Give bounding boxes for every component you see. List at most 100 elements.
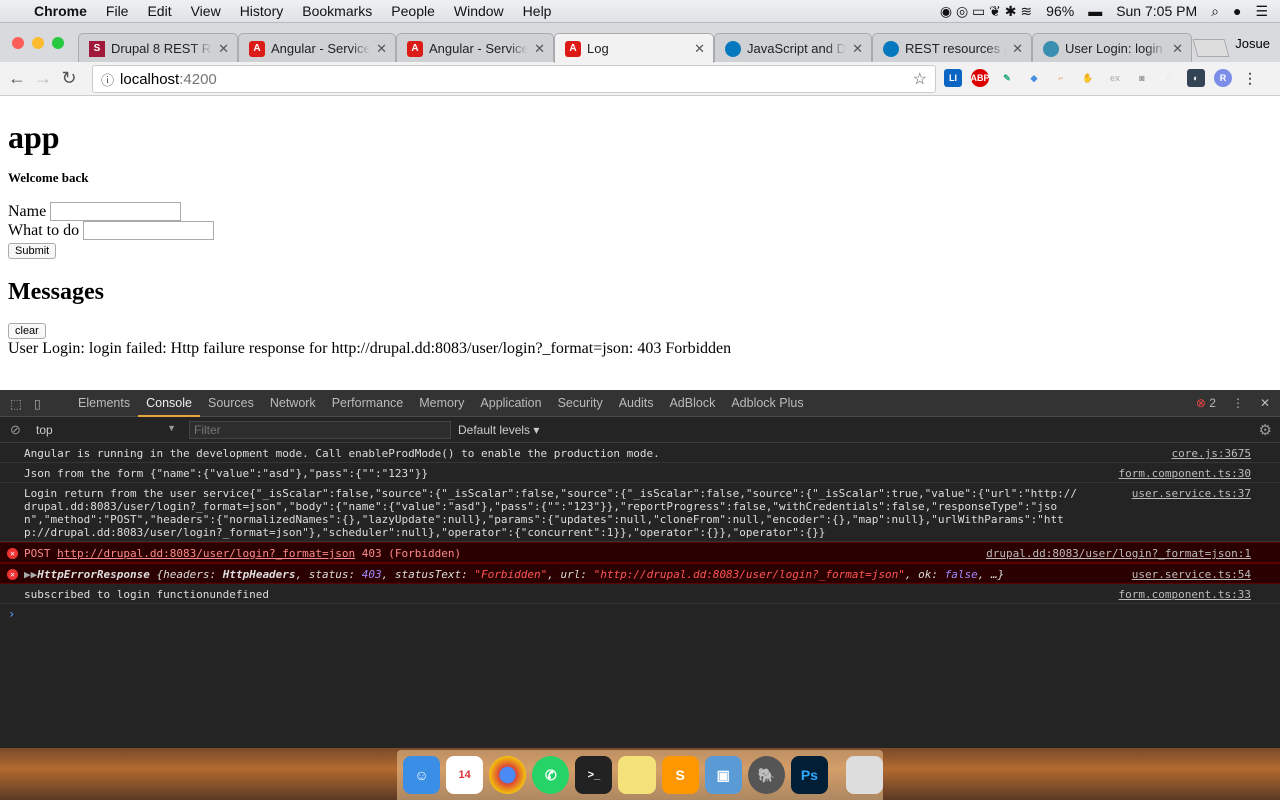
close-tab-icon[interactable]: ✕ [694, 41, 705, 57]
profile-button[interactable]: Josue [1235, 36, 1270, 51]
tab-adblock[interactable]: AdBlock [661, 390, 723, 417]
chrome-menu-icon[interactable]: ⋮ [1241, 69, 1259, 87]
photoshop-icon[interactable]: Ps [790, 756, 828, 794]
console-settings-gear-icon[interactable]: ⚙ [1259, 421, 1272, 439]
extension-dark-icon[interactable]: ◐ [1187, 69, 1205, 87]
expand-arrow-icon[interactable]: ▶▶ [24, 568, 37, 581]
eyedropper-icon[interactable]: ✎ [998, 69, 1016, 87]
menu-file[interactable]: File [106, 3, 129, 19]
log-levels-select[interactable]: Default levels ▾ [458, 423, 539, 437]
clock[interactable]: Sun 7:05 PM [1116, 3, 1197, 19]
tab[interactable]: REST resources | A ✕ [872, 33, 1032, 63]
tab[interactable]: User Login: login fa ✕ [1032, 33, 1192, 63]
extension-r-icon[interactable]: R [1214, 69, 1232, 87]
tab-adblock-plus[interactable]: Adblock Plus [723, 390, 811, 417]
device-toolbar-icon[interactable]: ▯ [34, 396, 41, 411]
todo-input[interactable] [83, 221, 215, 240]
tab[interactable]: A Angular - Services ✕ [238, 33, 396, 63]
menu-bookmarks[interactable]: Bookmarks [302, 3, 372, 19]
error-url-link[interactable]: http://drupal.dd:8083/user/login?_format… [57, 547, 355, 560]
tab-console[interactable]: Console [138, 390, 200, 417]
close-tab-icon[interactable]: ✕ [1172, 41, 1183, 57]
console-error[interactable]: ✕ ▶▶HttpErrorResponse {headers: HttpHeade… [0, 563, 1280, 584]
tab-performance[interactable]: Performance [324, 390, 412, 417]
menu-chrome[interactable]: Chrome [34, 3, 87, 19]
log-source-link[interactable]: user.service.ts:37 [1132, 487, 1251, 500]
menu-people[interactable]: People [391, 3, 435, 19]
linkedin-extension-icon[interactable]: LI [944, 69, 962, 87]
menu-history[interactable]: History [240, 3, 284, 19]
tab-application[interactable]: Application [472, 390, 549, 417]
error-count-badge[interactable]: ⊗ 2 [1196, 396, 1216, 410]
info-icon[interactable]: ⓘ [101, 70, 114, 89]
close-tab-icon[interactable]: ✕ [1012, 41, 1023, 57]
calendar-icon[interactable]: 14 [446, 756, 484, 794]
virtualbox-icon[interactable]: ▣ [704, 756, 742, 794]
spotlight-icon[interactable]: ⌕ [1211, 3, 1219, 20]
tab-memory[interactable]: Memory [411, 390, 472, 417]
submit-button[interactable]: Submit [8, 243, 57, 259]
name-input[interactable] [50, 202, 182, 221]
camera-icon[interactable]: ◙ [1133, 69, 1151, 87]
battery-percent[interactable]: 96% [1046, 3, 1074, 19]
tab-network[interactable]: Network [262, 390, 324, 417]
reload-icon[interactable]: ↻ [56, 68, 82, 89]
clear-console-icon[interactable]: ⊘ [10, 422, 21, 438]
stickies-icon[interactable] [618, 756, 656, 794]
tab-elements[interactable]: Elements [70, 390, 138, 417]
filter-input[interactable] [189, 420, 451, 439]
devtools-menu-icon[interactable]: ⋮ [1232, 396, 1244, 410]
extension-circle-icon[interactable]: ◌ [1160, 69, 1178, 87]
log-source-link[interactable]: form.component.ts:33 [1119, 588, 1251, 601]
close-tab-icon[interactable]: ✕ [376, 41, 387, 57]
close-devtools-icon[interactable]: ✕ [1260, 396, 1270, 410]
log-source-link[interactable]: core.js:3675 [1172, 447, 1251, 460]
zoom-window-button[interactable] [52, 37, 64, 49]
tab-active[interactable]: A Log ✕ [554, 33, 714, 63]
console-prompt[interactable]: › [0, 604, 1280, 624]
notification-center-icon[interactable]: ☰ [1255, 3, 1268, 20]
close-window-button[interactable] [12, 37, 24, 49]
adblock-plus-icon[interactable]: ABP [971, 69, 990, 87]
extension-blue-icon[interactable]: ◆ [1025, 69, 1043, 87]
tab[interactable]: A Angular - Services ✕ [396, 33, 554, 63]
tab-sources[interactable]: Sources [200, 390, 262, 417]
log-source-link[interactable]: user.service.ts:54 [1132, 568, 1251, 581]
terminal-icon[interactable]: >_ [575, 756, 613, 794]
chrome-icon[interactable] [489, 756, 527, 794]
close-tab-icon[interactable]: ✕ [534, 41, 545, 57]
extension-tool-icon[interactable]: ⌐ [1052, 69, 1070, 87]
close-tab-icon[interactable]: ✕ [852, 41, 863, 57]
menu-view[interactable]: View [191, 3, 221, 19]
inspect-icon[interactable]: ⬚ [10, 396, 22, 411]
battery-icon[interactable]: ▬ [1088, 3, 1102, 19]
menu-edit[interactable]: Edit [147, 3, 171, 19]
tab-security[interactable]: Security [550, 390, 611, 417]
close-tab-icon[interactable]: ✕ [218, 41, 229, 57]
whatsapp-icon[interactable]: ✆ [532, 756, 570, 794]
forward-icon[interactable]: → [30, 68, 56, 89]
minimize-window-button[interactable] [32, 37, 44, 49]
stop-extension-icon[interactable]: ✋ [1079, 69, 1097, 87]
sequel-pro-icon[interactable]: 🐘 [747, 756, 785, 794]
siri-icon[interactable]: ● [1233, 3, 1241, 19]
finder-icon[interactable]: ☺ [403, 756, 441, 794]
tab[interactable]: S Drupal 8 REST Rec ✕ [78, 33, 238, 63]
trash-icon[interactable] [845, 756, 884, 794]
tab-audits[interactable]: Audits [611, 390, 662, 417]
new-tab-button[interactable] [1192, 39, 1230, 57]
bookmark-star-icon[interactable]: ☆ [913, 69, 927, 89]
ex-extension-icon[interactable]: ex [1106, 69, 1124, 87]
log-source-link[interactable]: drupal.dd:8083/user/login?_format=json:1 [986, 547, 1251, 560]
context-select[interactable]: top ▼ [36, 423, 176, 437]
status-icons[interactable]: ◉ ◎ ▭ ❦ ✱ ≋ [940, 3, 1032, 20]
tab-title: JavaScript and Dru [747, 41, 846, 56]
menu-window[interactable]: Window [454, 3, 504, 19]
sublime-text-icon[interactable]: S [661, 756, 699, 794]
log-source-link[interactable]: form.component.ts:30 [1119, 467, 1251, 480]
clear-button[interactable]: clear [8, 323, 46, 339]
tab[interactable]: JavaScript and Dru ✕ [714, 33, 872, 63]
address-bar[interactable]: ⓘ localhost:4200 ☆ [92, 65, 936, 93]
menu-help[interactable]: Help [523, 3, 552, 19]
back-icon[interactable]: ← [4, 68, 30, 89]
